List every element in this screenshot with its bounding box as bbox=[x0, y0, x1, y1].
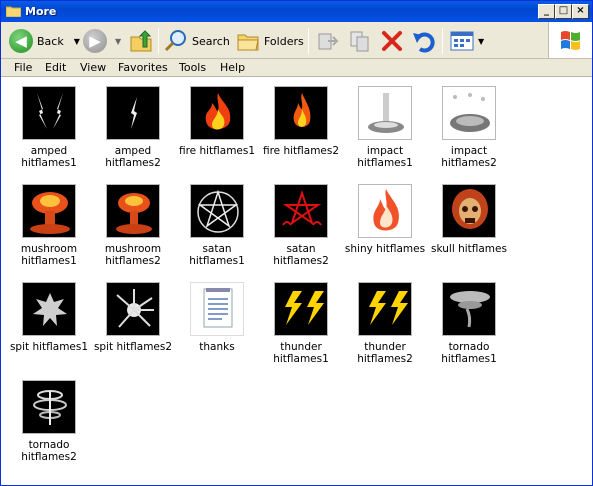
file-list: amped hitflames1 amped hitflames2 fire h… bbox=[1, 78, 592, 485]
search-label: Search bbox=[192, 34, 230, 48]
maximize-button[interactable]: □ bbox=[555, 4, 572, 19]
copy-to-icon bbox=[350, 31, 369, 52]
text-document-icon bbox=[190, 282, 244, 336]
mushroom-cloud-icon bbox=[106, 184, 160, 238]
tornado-icon bbox=[442, 282, 496, 336]
pentagram-icon bbox=[274, 184, 328, 238]
tornado-icon bbox=[22, 380, 76, 434]
menu-tools[interactable]: Tools bbox=[179, 61, 206, 74]
menu-edit[interactable]: Edit bbox=[45, 61, 66, 74]
forward-dropdown-icon[interactable]: ▼ bbox=[115, 37, 121, 46]
file-label: skull hitflames bbox=[431, 243, 507, 255]
file-label: shiny hitflames bbox=[344, 243, 426, 255]
file-label: impact hitflames2 bbox=[441, 145, 497, 169]
back-arrow-icon: ◀ bbox=[9, 29, 33, 53]
minimize-button[interactable]: _ bbox=[538, 4, 555, 19]
folders-icon bbox=[237, 34, 259, 51]
search-button[interactable]: Search bbox=[164, 26, 230, 56]
forward-button[interactable]: ▶ ▼ bbox=[83, 26, 121, 56]
back-button[interactable]: ◀ Back ▼ bbox=[9, 26, 80, 56]
file-label: amped hitflames1 bbox=[21, 145, 77, 169]
folder-icon bbox=[6, 6, 21, 17]
views-button[interactable]: ▼ bbox=[450, 26, 484, 56]
explorer-window: More _ □ × ◀ Back ▼ ▶ ▼ Search Folders ▼… bbox=[0, 0, 593, 486]
move-to-icon bbox=[318, 33, 339, 50]
menu-bar: File Edit View Favorites Tools Help bbox=[1, 59, 592, 77]
up-folder-button[interactable] bbox=[129, 26, 153, 56]
fire-icon bbox=[274, 86, 328, 140]
delete-button[interactable] bbox=[380, 26, 404, 56]
file-label: thunder hitflames2 bbox=[357, 341, 413, 365]
views-icon bbox=[450, 31, 474, 51]
views-dropdown-icon[interactable]: ▼ bbox=[478, 37, 484, 46]
file-label: fire hitflames2 bbox=[262, 145, 340, 157]
file-label: amped hitflames2 bbox=[105, 145, 161, 169]
pentagram-icon bbox=[190, 184, 244, 238]
toolbar: ◀ Back ▼ ▶ ▼ Search Folders ▼ bbox=[1, 22, 592, 59]
file-label: tornado hitflames1 bbox=[441, 341, 497, 365]
lightning-icon bbox=[358, 282, 412, 336]
folders-button[interactable]: Folders bbox=[236, 26, 304, 56]
splat-icon bbox=[22, 282, 76, 336]
close-button[interactable]: × bbox=[572, 4, 589, 19]
file-label: mushroom hitflames1 bbox=[20, 243, 78, 267]
search-icon bbox=[164, 30, 186, 52]
undo-button[interactable] bbox=[412, 26, 436, 56]
shiny-flame-icon bbox=[358, 184, 412, 238]
delete-icon bbox=[382, 31, 402, 51]
lightning-icon bbox=[274, 282, 328, 336]
menu-view[interactable]: View bbox=[80, 61, 106, 74]
menu-file[interactable]: File bbox=[14, 61, 32, 74]
file-label: fire hitflames1 bbox=[178, 145, 256, 157]
forward-arrow-icon: ▶ bbox=[83, 29, 107, 53]
impact-icon bbox=[358, 86, 412, 140]
file-label: spit hitflames2 bbox=[93, 341, 173, 353]
file-label: satan hitflames1 bbox=[189, 243, 245, 267]
file-label: spit hitflames1 bbox=[9, 341, 89, 353]
back-dropdown-icon[interactable]: ▼ bbox=[74, 37, 80, 46]
window-title: More bbox=[25, 5, 57, 18]
file-label: thunder hitflames1 bbox=[273, 341, 329, 365]
title-bar[interactable]: More _ □ × bbox=[1, 1, 592, 22]
menu-favorites[interactable]: Favorites bbox=[118, 61, 168, 74]
amped-flames-icon bbox=[22, 86, 76, 140]
undo-icon bbox=[413, 32, 435, 53]
file-label: thanks bbox=[199, 341, 235, 353]
move-to-button[interactable] bbox=[316, 26, 340, 56]
up-folder-icon bbox=[130, 30, 152, 52]
copy-to-button[interactable] bbox=[348, 26, 372, 56]
skull-icon bbox=[442, 184, 496, 238]
file-label: mushroom hitflames2 bbox=[104, 243, 162, 267]
splat-icon bbox=[106, 282, 160, 336]
mushroom-cloud-icon bbox=[22, 184, 76, 238]
back-label: Back bbox=[37, 34, 64, 48]
file-label: tornado hitflames2 bbox=[21, 439, 77, 463]
menu-help[interactable]: Help bbox=[220, 61, 245, 74]
windows-logo bbox=[548, 22, 592, 58]
fire-icon bbox=[190, 86, 244, 140]
file-label: impact hitflames1 bbox=[357, 145, 413, 169]
amped-flames-icon bbox=[106, 86, 160, 140]
impact-icon bbox=[442, 86, 496, 140]
file-label: satan hitflames2 bbox=[273, 243, 329, 267]
folders-label: Folders bbox=[264, 34, 304, 48]
